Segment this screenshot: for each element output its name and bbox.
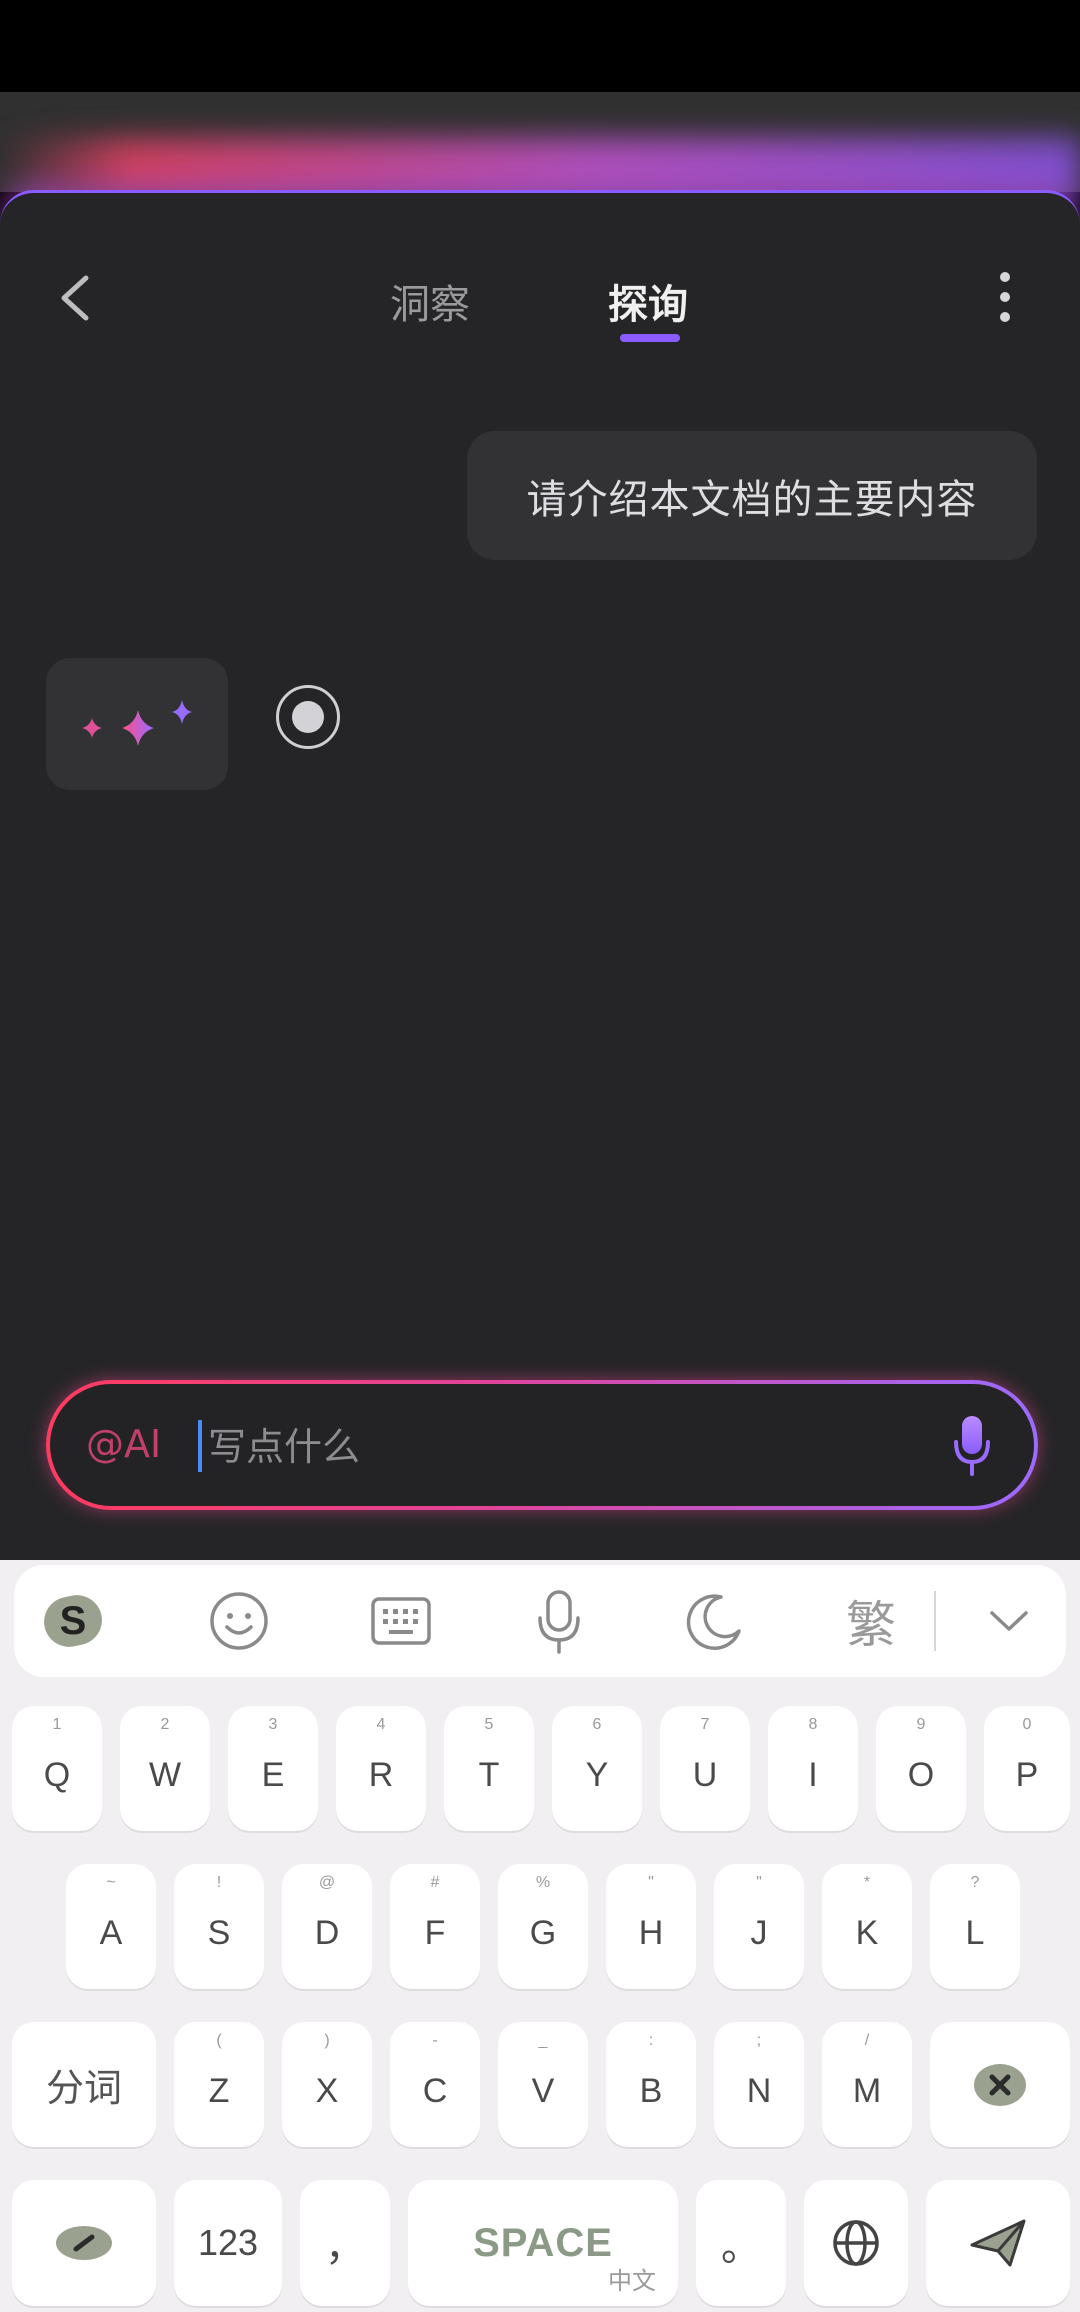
key-i[interactable]: 8I — [768, 1706, 858, 1831]
key-q[interactable]: 1Q — [12, 1706, 102, 1831]
key-t[interactable]: 5T — [444, 1706, 534, 1831]
key-d[interactable]: @ D — [282, 1864, 372, 1989]
back-button[interactable] — [50, 268, 100, 328]
voice-typing-button[interactable] — [514, 1565, 604, 1677]
language-switch-key[interactable] — [804, 2180, 908, 2306]
send-icon — [970, 2219, 1026, 2267]
key-k[interactable]: * K — [822, 1864, 912, 1989]
dark-mode-button[interactable] — [668, 1565, 758, 1677]
traditional-chinese-toggle[interactable]: 繁 — [826, 1565, 916, 1677]
moon-icon — [686, 1594, 741, 1650]
ai-chat-panel — [0, 190, 1080, 1563]
numbers-key[interactable]: 123 — [174, 2180, 282, 2306]
key-o[interactable]: 9O — [876, 1706, 966, 1831]
status-bar — [0, 0, 1080, 92]
key-l[interactable]: ? L — [930, 1864, 1020, 1989]
key-j[interactable]: " J — [714, 1864, 804, 1989]
smiley-icon — [210, 1592, 268, 1650]
key-p[interactable]: 0P — [984, 1706, 1070, 1831]
key-r[interactable]: 4R — [336, 1706, 426, 1831]
collapse-keyboard-button[interactable] — [964, 1565, 1054, 1677]
key-m[interactable]: / M — [822, 2022, 912, 2147]
space-key[interactable]: SPACE 中文 — [408, 2180, 678, 2306]
active-tab-indicator — [620, 334, 680, 342]
panel-glow — [0, 138, 1080, 198]
response-loading-indicator — [276, 685, 340, 749]
svg-text:S: S — [60, 1599, 87, 1643]
user-message-bubble: 请介绍本文档的主要内容 — [467, 431, 1037, 560]
sparkles-icon — [82, 700, 192, 746]
symbol-switch-key[interactable] — [12, 2180, 156, 2306]
mention-ai-tag[interactable]: @AI — [86, 1422, 161, 1466]
comma-key[interactable]: ， — [300, 2180, 390, 2306]
emoji-button[interactable] — [194, 1565, 284, 1677]
text-cursor — [198, 1420, 202, 1472]
key-f[interactable]: # F — [390, 1864, 480, 1989]
keyboard-icon — [371, 1597, 431, 1645]
globe-icon — [833, 2220, 879, 2266]
input-language-label: 中文 — [608, 2268, 656, 2295]
tab-ask[interactable]: 探询 — [608, 272, 688, 330]
microphone-outline-icon — [538, 1590, 580, 1654]
key-h[interactable]: " H — [606, 1864, 696, 1989]
key-u[interactable]: 7U — [660, 1706, 750, 1831]
segment-key[interactable]: 分词 — [12, 2022, 156, 2147]
message-composer: @AI — [46, 1380, 1038, 1510]
key-v[interactable]: _ V — [498, 2022, 588, 2147]
key-a[interactable]: ~ A — [66, 1864, 156, 1989]
key-b[interactable]: :B — [606, 2022, 696, 2147]
key-z[interactable]: (Z — [174, 2022, 264, 2147]
toolbar-divider — [934, 1591, 936, 1651]
ai-avatar — [46, 658, 228, 790]
space-label: SPACE — [473, 2220, 613, 2265]
message-input[interactable] — [206, 1416, 850, 1478]
sogou-logo-icon: S — [44, 1595, 102, 1647]
key-w[interactable]: 2W — [120, 1706, 210, 1831]
key-x[interactable]: ) X — [282, 2022, 372, 2147]
period-key[interactable]: 。 — [696, 2180, 786, 2306]
send-key[interactable] — [926, 2180, 1070, 2306]
pencil-icon — [56, 2226, 112, 2260]
key-g[interactable]: % G — [498, 1864, 588, 1989]
more-vertical-icon — [990, 268, 1020, 322]
tab-insight[interactable]: 洞察 — [390, 272, 470, 330]
more-options-button[interactable] — [990, 268, 1020, 328]
backspace-key[interactable] — [930, 2022, 1070, 2147]
key-n[interactable]: ; N — [714, 2022, 804, 2147]
key-c[interactable]: -C — [390, 2022, 480, 2147]
keyboard-layout-button[interactable] — [356, 1565, 446, 1677]
key-s[interactable]: ! S — [174, 1864, 264, 1989]
microphone-icon — [954, 1416, 990, 1476]
voice-input-button[interactable] — [950, 1412, 994, 1478]
backspace-icon — [974, 2063, 1026, 2106]
key-y[interactable]: 6Y — [552, 1706, 642, 1831]
chevron-left-icon — [61, 275, 89, 321]
ime-logo-button[interactable]: S — [28, 1565, 118, 1677]
key-e[interactable]: 3E — [228, 1706, 318, 1831]
keyboard-toolbar: S 繁 — [14, 1565, 1066, 1677]
chevron-down-icon — [990, 1611, 1028, 1631]
